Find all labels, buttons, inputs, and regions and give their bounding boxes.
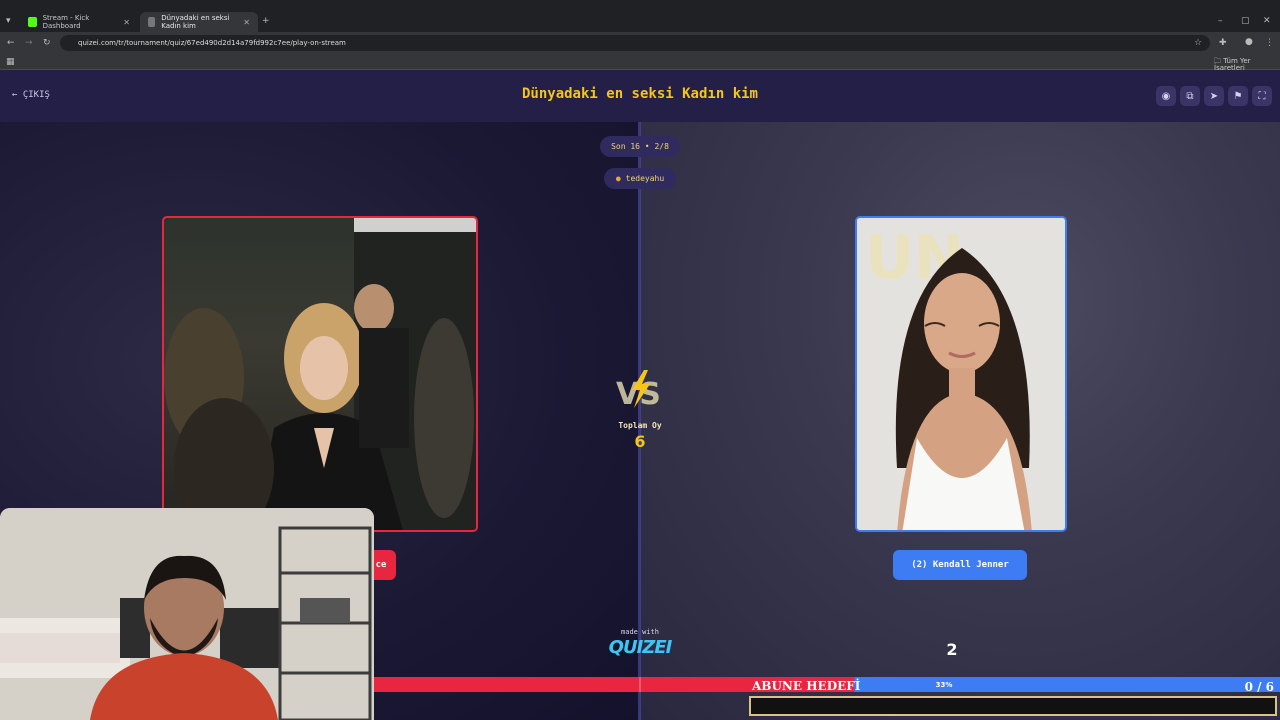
- extensions-icon[interactable]: ✚: [1219, 39, 1227, 48]
- round-badge: Son 16 • 2/8: [600, 136, 680, 157]
- url-text: quizei.com/tr/tournament/quiz/67ed490d2d…: [78, 39, 346, 47]
- total-votes-count: 6: [634, 432, 646, 451]
- right-contestant-label: (2) Kendall Jenner: [911, 560, 1009, 570]
- goal-count: 0 / 6: [1245, 680, 1274, 692]
- goal-text: ABUNE HEDEFİ: [751, 678, 861, 692]
- tab-list-icon[interactable]: ▾: [6, 17, 11, 26]
- round-label: Son 16 • 2/8: [611, 142, 669, 151]
- share-icon[interactable]: ⧉: [1180, 86, 1200, 106]
- vs-icon: VS: [616, 370, 661, 412]
- kick-favicon-icon: [28, 17, 37, 27]
- right-contestant-photo: UN: [857, 218, 1065, 530]
- right-contestant-card[interactable]: UN: [855, 216, 1067, 532]
- forward-icon[interactable]: →: [25, 39, 33, 48]
- maximize-icon[interactable]: ▢: [1241, 17, 1250, 26]
- tab-quiz[interactable]: Dünyadaki en seksi Kadın kim ✕: [140, 12, 258, 32]
- reload-icon[interactable]: ↻: [43, 39, 51, 48]
- tab-kick-dashboard[interactable]: Stream - Kick Dashboard ✕: [20, 12, 138, 32]
- streamer-emoji-icon: ●: [615, 174, 621, 183]
- back-icon[interactable]: ←: [7, 39, 15, 48]
- subscriber-goal-bar: ABUNE HEDEFİ 33% 0 / 6: [374, 677, 1280, 692]
- send-icon[interactable]: ➤: [1204, 86, 1224, 106]
- quizei-favicon-icon: [148, 17, 156, 27]
- profile-avatar[interactable]: ●: [1245, 38, 1253, 47]
- quizei-logo[interactable]: QUIZEI: [600, 637, 680, 658]
- total-votes-label: Toplam Oy: [618, 421, 662, 430]
- goal-percent: 33%: [936, 681, 953, 689]
- streamer-badge: ● tedeyahu: [604, 168, 676, 189]
- webcam-overlay: [0, 508, 374, 720]
- url-field[interactable]: quizei.com/tr/tournament/quiz/67ed490d2d…: [60, 35, 1210, 51]
- close-icon[interactable]: ✕: [243, 18, 250, 27]
- quiz-header: ← ÇIKIŞ Dünyadaki en seksi Kadın kim ◉ ⧉…: [0, 70, 1280, 122]
- bookmark-star-icon[interactable]: ☆: [1194, 39, 1202, 48]
- right-contestant-vote-button[interactable]: (2) Kendall Jenner: [893, 550, 1027, 580]
- tab-title: Dünyadaki en seksi Kadın kim: [161, 14, 230, 30]
- left-contestant-label: ce: [375, 560, 387, 570]
- goal-progress-box: [749, 696, 1277, 716]
- browser-tab-bar: ▾ Stream - Kick Dashboard ✕ Dünyadaki en…: [0, 0, 1280, 32]
- apps-grid-icon[interactable]: ▦: [6, 58, 15, 67]
- left-contestant-card[interactable]: [162, 216, 478, 532]
- page-title: Dünyadaki en seksi Kadın kim: [521, 86, 758, 102]
- streamer-name: tedeyahu: [625, 174, 665, 183]
- window-close-icon[interactable]: ✕: [1263, 17, 1271, 26]
- right-vote-count: 2: [946, 640, 958, 659]
- eye-icon[interactable]: ◉: [1156, 86, 1176, 106]
- goal-bar-progress-fill: [854, 677, 1280, 692]
- new-tab-icon[interactable]: +: [262, 17, 270, 26]
- close-icon[interactable]: ✕: [123, 18, 130, 27]
- browser-address-bar: ← → ↻ quizei.com/tr/tournament/quiz/67ed…: [0, 32, 1280, 54]
- flag-icon[interactable]: ⚑: [1228, 86, 1248, 106]
- webcam-feed: [0, 508, 374, 720]
- menu-icon[interactable]: ⋮: [1265, 39, 1274, 48]
- tab-title: Stream - Kick Dashboard: [42, 14, 90, 30]
- bookmark-bar: ▦ 🗀 Tüm Yer İşaretleri: [0, 54, 1280, 72]
- left-contestant-photo: [164, 218, 476, 530]
- fullscreen-icon[interactable]: ⛶: [1252, 86, 1272, 106]
- made-with-label: made with: [621, 628, 659, 636]
- minimize-icon[interactable]: –: [1218, 17, 1223, 26]
